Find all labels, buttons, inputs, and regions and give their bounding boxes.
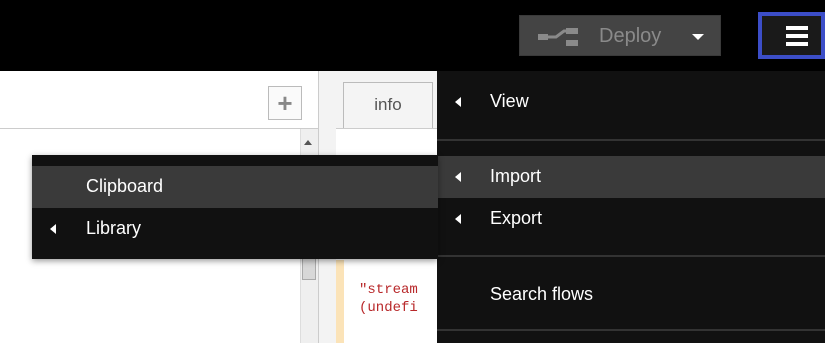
submenu-item-label: Library: [86, 218, 142, 238]
chevron-left-icon: [455, 97, 461, 107]
tab-info[interactable]: info: [343, 82, 433, 128]
deploy-button[interactable]: Deploy: [519, 15, 721, 56]
submenu-item-label: Clipboard: [86, 176, 164, 196]
submenu-item-library[interactable]: Library: [32, 208, 438, 250]
menu-item-search-flows[interactable]: Search flows: [437, 274, 825, 316]
chevron-down-icon[interactable]: [692, 34, 704, 40]
menu-item-import[interactable]: Import: [437, 156, 825, 198]
menu-divider: [437, 329, 825, 331]
chevron-left-icon: [455, 172, 461, 182]
menu-item-export[interactable]: Export: [437, 198, 825, 240]
deploy-label: Deploy: [599, 25, 662, 47]
add-tab-button[interactable]: +: [268, 86, 302, 120]
menu-item-label: View: [490, 91, 529, 111]
flow-icon: [538, 28, 578, 46]
menu-divider: [437, 255, 825, 257]
menu-item-label: Import: [490, 166, 542, 186]
debug-text: "stream: [359, 282, 418, 298]
scroll-up-icon[interactable]: [304, 140, 312, 145]
chevron-left-icon: [455, 214, 461, 224]
menu-item-label: Export: [490, 208, 543, 228]
chevron-left-icon: [50, 224, 56, 234]
main-menu-button[interactable]: [758, 12, 825, 59]
submenu-item-clipboard[interactable]: Clipboard: [32, 166, 438, 208]
menu-divider: [437, 139, 825, 141]
debug-message-marker: [336, 260, 344, 343]
debug-text: (undefi: [359, 300, 418, 316]
menu-item-label: Search flows: [490, 284, 594, 304]
menu-item-view[interactable]: View: [437, 81, 825, 123]
